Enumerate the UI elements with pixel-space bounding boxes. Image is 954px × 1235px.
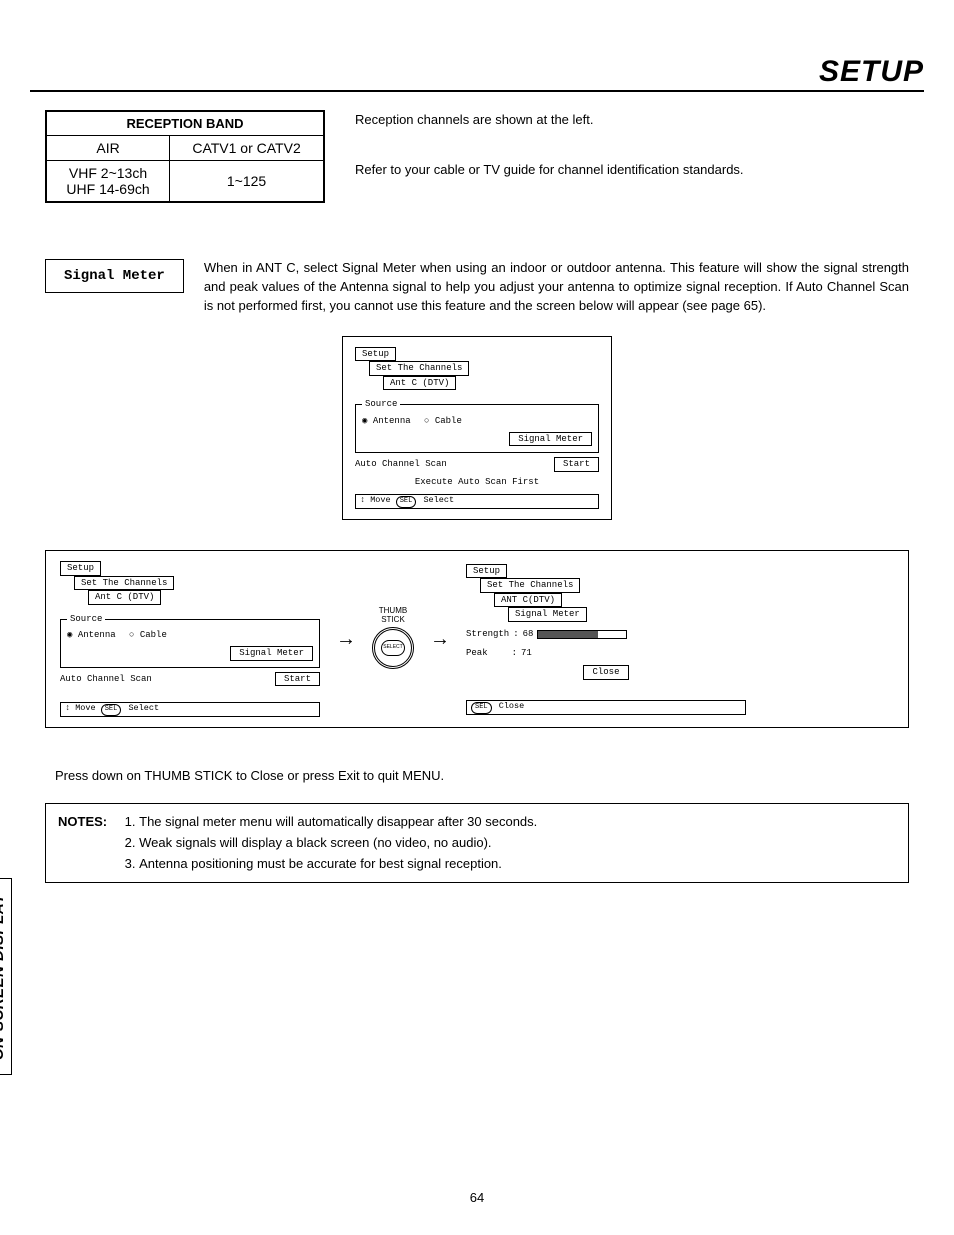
osd-footer: ↕ Move SEL Select (60, 702, 320, 717)
osd-panel-error: Setup Set The Channels Ant C (DTV) Sourc… (342, 336, 612, 521)
osd-tab-setup: Setup (355, 347, 396, 362)
page-number: 64 (0, 1190, 954, 1205)
osd-tab-setchannels: Set The Channels (74, 576, 174, 591)
auto-channel-scan-label: Auto Channel Scan (60, 673, 152, 686)
source-fieldset: Source ◉ Antenna ○ Cable Signal Meter (60, 613, 320, 668)
osd-tab-setup: Setup (60, 561, 101, 576)
start-button[interactable]: Start (554, 457, 599, 472)
strength-label: Strength (466, 628, 509, 641)
peak-value: 71 (521, 647, 532, 660)
peak-label: Peak (466, 647, 488, 660)
arrow-icon: → (430, 628, 450, 651)
antenna-radio[interactable]: ◉ Antenna (362, 416, 411, 426)
cell-catv: CATV1 or CATV2 (170, 136, 324, 161)
osd-tab-setup: Setup (466, 564, 507, 579)
osd-tab-setchannels: Set The Channels (480, 578, 580, 593)
select-button-icon: SELECT (381, 640, 405, 656)
signal-meter-tag: Signal Meter (45, 259, 184, 293)
cell-range: 1~125 (170, 161, 324, 203)
auto-channel-scan-label: Auto Channel Scan (355, 458, 447, 471)
osd-tab-setchannels: Set The Channels (369, 361, 469, 376)
cable-radio[interactable]: ○ Cable (424, 416, 462, 426)
cell-air: AIR (46, 136, 170, 161)
flow-diagram: Setup Set The Channels Ant C (DTV) Sourc… (45, 550, 909, 728)
source-fieldset: Source ◉ Antenna ○ Cable Signal Meter (355, 398, 599, 453)
side-tab: ON-SCREEN DISPLAY (0, 878, 12, 1075)
start-button[interactable]: Start (275, 672, 320, 687)
notes-label: NOTES: (58, 812, 107, 874)
execute-first-msg: Execute Auto Scan First (355, 476, 599, 489)
intro-text: Reception channels are shown at the left… (355, 110, 744, 209)
press-instruction: Press down on THUMB STICK to Close or pr… (55, 768, 909, 783)
osd-tab-antc: ANT C(DTV) (494, 593, 562, 608)
source-legend: Source (67, 613, 105, 626)
note-item: Antenna positioning must be accurate for… (139, 854, 537, 875)
osd-panel-signal-meter: Setup Set The Channels ANT C(DTV) Signal… (466, 564, 746, 715)
thumbstick-graphic: THUMB STICK SELECT (372, 607, 414, 671)
header-rule (30, 90, 924, 92)
reception-band-table: RECEPTION BAND AIR CATV1 or CATV2 VHF 2~… (45, 110, 325, 203)
close-button[interactable]: Close (583, 665, 628, 680)
reception-header: RECEPTION BAND (46, 111, 324, 136)
notes-box: NOTES: The signal meter menu will automa… (45, 803, 909, 883)
osd-tab-antc: Ant C (DTV) (88, 590, 161, 605)
signal-meter-button[interactable]: Signal Meter (509, 432, 592, 447)
cell-vhf-uhf: VHF 2~13ch UHF 14-69ch (46, 161, 170, 203)
note-item: Weak signals will display a black screen… (139, 833, 537, 854)
page-title: SETUP (819, 55, 924, 89)
osd-tab-signalmeter: Signal Meter (508, 607, 587, 622)
osd-tab-antc: Ant C (DTV) (383, 376, 456, 391)
arrow-icon: → (336, 628, 356, 651)
reception-row: RECEPTION BAND AIR CATV1 or CATV2 VHF 2~… (45, 110, 909, 209)
strength-bar (537, 630, 627, 639)
antenna-radio[interactable]: ◉ Antenna (67, 630, 116, 640)
signal-meter-button[interactable]: Signal Meter (230, 646, 313, 661)
thumb-label2: STICK (372, 616, 414, 625)
notes-list: The signal meter menu will automatically… (121, 812, 537, 874)
osd-footer: SEL Close (466, 700, 746, 715)
osd-panel-before: Setup Set The Channels Ant C (DTV) Sourc… (60, 561, 320, 717)
intro-line2: Refer to your cable or TV guide for chan… (355, 160, 744, 180)
note-item: The signal meter menu will automatically… (139, 812, 537, 833)
thumbstick-icon: SELECT (372, 627, 414, 669)
source-legend: Source (362, 398, 400, 411)
cable-radio[interactable]: ○ Cable (129, 630, 167, 640)
signal-meter-description: When in ANT C, select Signal Meter when … (204, 259, 909, 316)
strength-value: 68 (523, 628, 534, 641)
intro-line1: Reception channels are shown at the left… (355, 110, 744, 130)
osd-footer: ↕ Move SEL Select (355, 494, 599, 509)
